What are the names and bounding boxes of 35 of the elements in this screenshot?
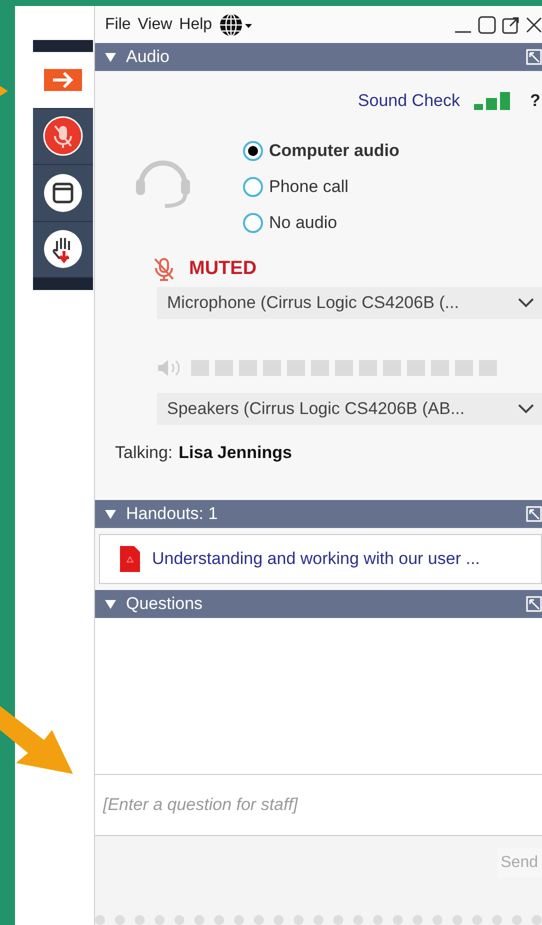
section-title: Handouts: 1 — [126, 504, 219, 524]
menu-item[interactable]: Help — [179, 16, 212, 34]
chevron-down-icon — [518, 404, 534, 414]
window-icon — [43, 172, 83, 213]
menu-item[interactable]: View — [138, 16, 172, 34]
speaker-name: Lisa Jennings — [178, 443, 292, 463]
audio-option[interactable]: Computer audio — [243, 141, 400, 161]
speakers-dropdown[interactable]: Speakers (Cirrus Logic CS4206B (AB... — [157, 393, 542, 425]
help-mark[interactable]: ? — [530, 91, 542, 111]
muted-label: MUTED — [189, 258, 257, 280]
audio-option[interactable]: No audio — [243, 213, 400, 233]
audio-header[interactable]: Audio — [95, 43, 542, 71]
pdf-file-icon — [120, 546, 140, 572]
questions-header[interactable]: Questions — [95, 590, 542, 618]
audio-option[interactable]: Phone call — [243, 177, 400, 197]
talking-label: Talking: — [115, 443, 173, 463]
collapse-icon[interactable] — [105, 510, 116, 518]
microphone-dropdown[interactable]: Microphone (Cirrus Logic CS4206B (... — [157, 287, 542, 319]
popout-icon[interactable] — [502, 16, 520, 34]
muted-microphone-icon — [43, 116, 83, 156]
raise-hand-icon — [43, 229, 83, 270]
maximize-icon[interactable] — [478, 16, 496, 34]
globe-dropdown-icon[interactable] — [219, 12, 254, 36]
section-title: Audio — [126, 47, 170, 67]
handouts-header[interactable]: Handouts: 1 — [95, 500, 542, 528]
close-icon[interactable] — [526, 16, 542, 34]
question-input[interactable]: [Enter a question for staff] — [95, 774, 542, 836]
muted-microphone-icon — [153, 257, 175, 281]
collapse-icon[interactable] — [105, 600, 116, 608]
menu-item[interactable]: File — [105, 16, 131, 34]
section-title: Questions — [126, 594, 204, 614]
handout-link[interactable]: Understanding and working with our user ... — [152, 549, 480, 569]
collapse-icon[interactable] — [105, 52, 116, 62]
chevron-down-icon — [518, 298, 534, 308]
sound-check-link[interactable]: Sound Check — [358, 91, 460, 111]
